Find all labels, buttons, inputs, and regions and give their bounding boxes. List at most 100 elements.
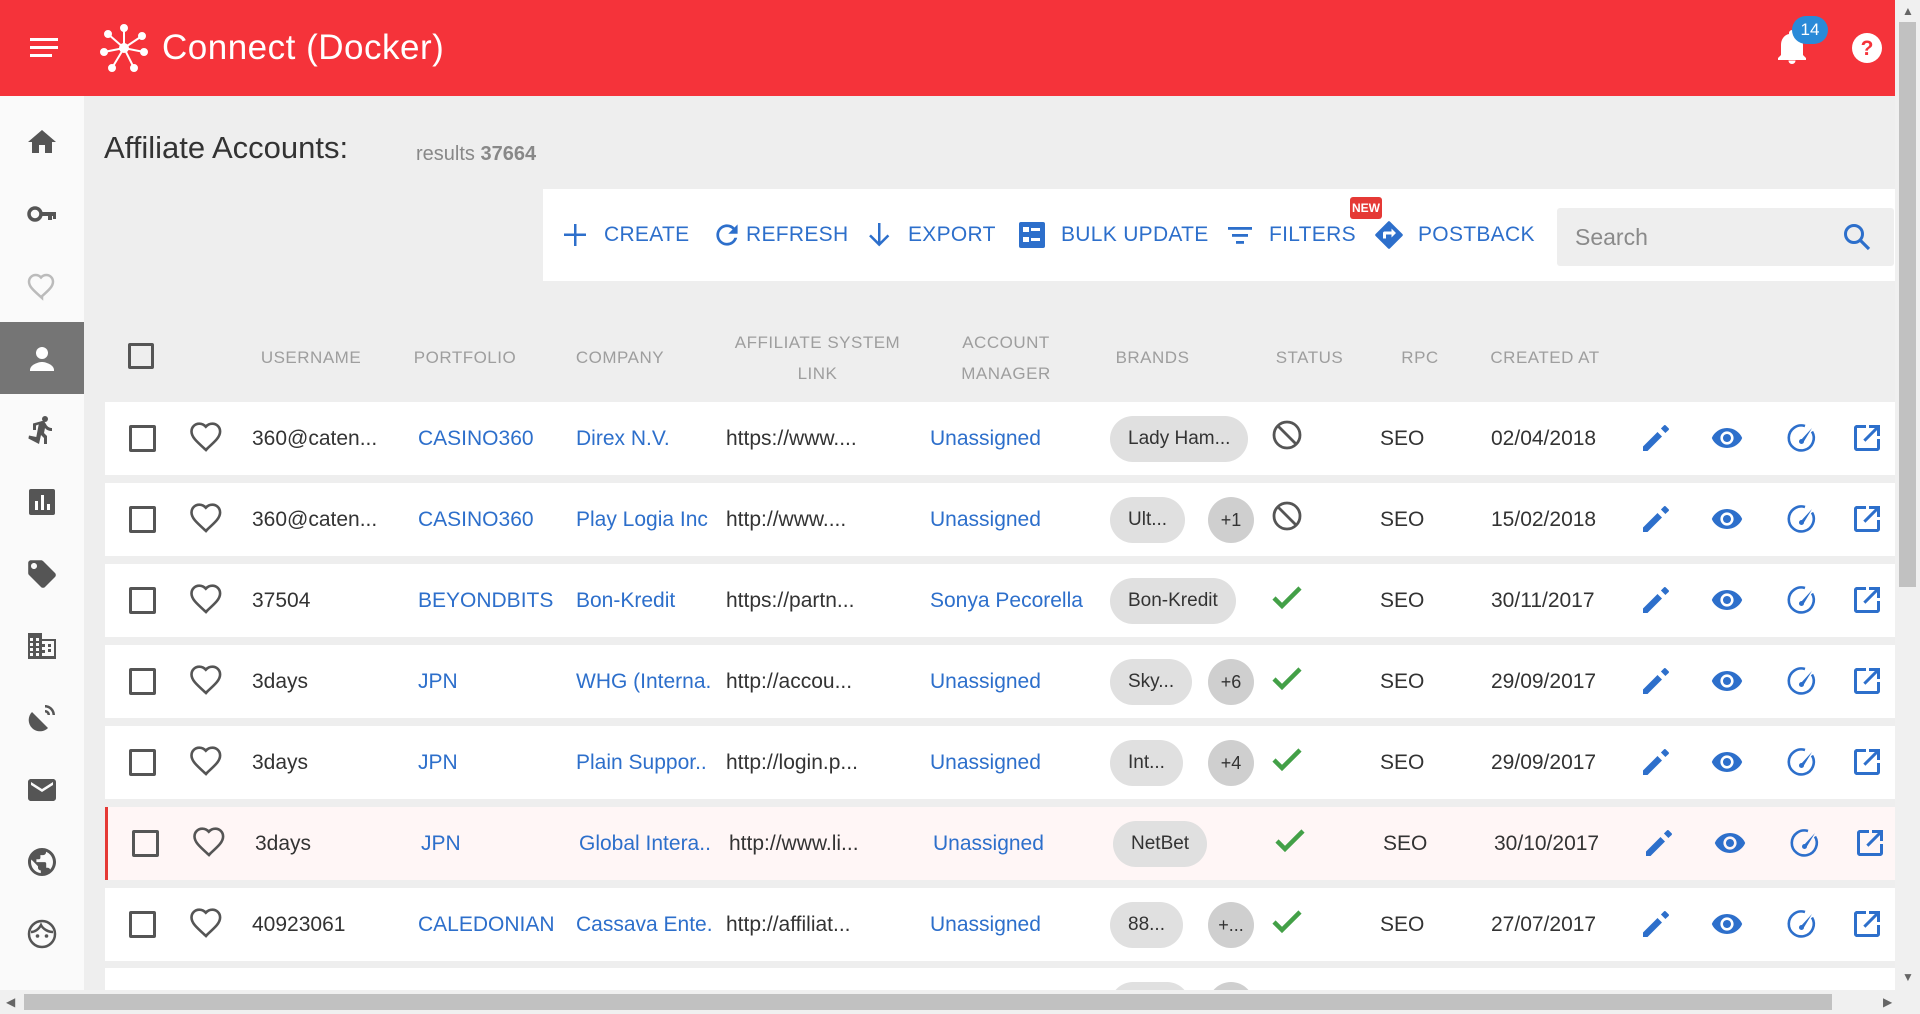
- table-row[interactable]: 3days JPN Plain Suppor.. http://login.p.…: [105, 726, 1895, 799]
- create-button[interactable]: CREATE: [560, 189, 689, 281]
- open-external-icon[interactable]: [1850, 745, 1884, 779]
- sidebar-item-keys[interactable]: [0, 178, 84, 250]
- speed-gauge-icon[interactable]: [1785, 502, 1819, 536]
- sidebar-item-accounts[interactable]: [0, 322, 84, 394]
- sidebar-item-home[interactable]: [0, 106, 84, 178]
- sidebar-item-companies[interactable]: [0, 610, 84, 682]
- vertical-scrollbar-thumb[interactable]: [1899, 22, 1916, 587]
- speed-gauge-icon[interactable]: [1785, 664, 1819, 698]
- table-row[interactable]: 360@caten... CASINO360 Direx N.V. https:…: [105, 402, 1895, 475]
- view-eye-icon[interactable]: [1710, 664, 1744, 698]
- brand-chip[interactable]: NetBet: [1113, 821, 1208, 867]
- table-row[interactable]: 3days JPN Global Intera.. http://www.li.…: [105, 807, 1895, 880]
- scroll-right-arrow-icon[interactable]: ▶: [1883, 995, 1892, 1009]
- open-external-icon[interactable]: [1850, 583, 1884, 617]
- portfolio-link[interactable]: JPN: [418, 726, 563, 799]
- sidebar-item-messages[interactable]: [0, 754, 84, 826]
- favorite-heart-icon[interactable]: [189, 906, 223, 940]
- horizontal-scrollbar-thumb[interactable]: [24, 994, 1832, 1010]
- brand-chip[interactable]: Bon-Kredit: [1110, 578, 1236, 624]
- speed-gauge-icon[interactable]: [1785, 745, 1819, 779]
- view-eye-icon[interactable]: [1710, 502, 1744, 536]
- column-header-status[interactable]: STATUS: [1262, 342, 1357, 373]
- favorite-heart-icon[interactable]: [189, 663, 223, 697]
- table-row[interactable]: 40923061 CALEDONIAN Cassava Ente. http:/…: [105, 888, 1895, 961]
- search-input[interactable]: [1575, 208, 1835, 266]
- open-external-icon[interactable]: [1853, 826, 1887, 860]
- row-checkbox[interactable]: [132, 830, 159, 857]
- portfolio-link[interactable]: CALEDONIAN: [418, 888, 563, 961]
- account-manager-link[interactable]: Unassigned: [933, 807, 1108, 880]
- brand-chip[interactable]: Sky...: [1110, 659, 1193, 705]
- account-manager-link[interactable]: Sonya Pecorella: [930, 564, 1105, 637]
- row-checkbox[interactable]: [129, 668, 156, 695]
- column-header-portfolio[interactable]: PORTFOLIO: [405, 342, 525, 373]
- column-header-rpc[interactable]: RPC: [1395, 342, 1445, 373]
- favorite-heart-icon[interactable]: [189, 582, 223, 616]
- speed-gauge-icon[interactable]: [1785, 421, 1819, 455]
- row-checkbox[interactable]: [129, 506, 156, 533]
- favorite-heart-icon[interactable]: [189, 501, 223, 535]
- open-external-icon[interactable]: [1850, 502, 1884, 536]
- brand-more-chip[interactable]: +6: [1208, 659, 1254, 705]
- company-link[interactable]: WHG (Interna.: [576, 645, 722, 718]
- sidebar-item-activity[interactable]: [0, 394, 84, 466]
- company-link[interactable]: Plain Suppor..: [576, 726, 722, 799]
- row-checkbox[interactable]: [129, 911, 156, 938]
- brand-chip[interactable]: Int...: [1110, 740, 1183, 786]
- column-header-brands[interactable]: BRANDS: [1100, 342, 1205, 373]
- brand-more-chip[interactable]: +1: [1208, 497, 1254, 543]
- account-manager-link[interactable]: Unassigned: [930, 483, 1105, 556]
- favorite-heart-icon[interactable]: [192, 825, 226, 859]
- sidebar-item-reports[interactable]: [0, 466, 84, 538]
- view-eye-icon[interactable]: [1710, 583, 1744, 617]
- account-manager-link[interactable]: Unassigned: [930, 402, 1105, 475]
- sidebar-item-favorites[interactable]: [0, 250, 84, 322]
- portfolio-link[interactable]: CASINO360: [418, 402, 563, 475]
- view-eye-icon[interactable]: [1710, 745, 1744, 779]
- account-manager-link[interactable]: Unassigned: [930, 888, 1105, 961]
- account-manager-link[interactable]: Unassigned: [930, 726, 1105, 799]
- column-header-company[interactable]: COMPANY: [565, 342, 675, 373]
- bulk-update-button[interactable]: BULK UPDATE: [1017, 189, 1209, 281]
- speed-gauge-icon[interactable]: [1785, 583, 1819, 617]
- menu-icon[interactable]: [28, 36, 62, 60]
- brand-chip[interactable]: 88...: [1110, 902, 1183, 948]
- company-link[interactable]: Cassava Ente.: [576, 888, 722, 961]
- edit-pencil-icon[interactable]: [1639, 907, 1673, 941]
- row-checkbox[interactable]: [129, 425, 156, 452]
- speed-gauge-icon[interactable]: [1788, 826, 1822, 860]
- view-eye-icon[interactable]: [1710, 907, 1744, 941]
- scroll-left-arrow-icon[interactable]: ◀: [6, 995, 15, 1009]
- portfolio-link[interactable]: CASINO360: [418, 483, 563, 556]
- company-link[interactable]: Play Logia Inc: [576, 483, 722, 556]
- account-manager-link[interactable]: Unassigned: [930, 645, 1105, 718]
- portfolio-link[interactable]: BEYONDBITS: [418, 564, 563, 637]
- column-header-created-at[interactable]: CREATED AT: [1480, 342, 1610, 373]
- sidebar-item-tags[interactable]: [0, 538, 84, 610]
- export-button[interactable]: EXPORT: [864, 189, 996, 281]
- scroll-up-arrow-icon[interactable]: ▲: [1902, 4, 1914, 18]
- help-icon[interactable]: ?: [1851, 32, 1883, 64]
- scroll-down-arrow-icon[interactable]: ▼: [1902, 970, 1914, 984]
- search-icon[interactable]: [1842, 222, 1872, 252]
- edit-pencil-icon[interactable]: [1639, 745, 1673, 779]
- row-checkbox[interactable]: [129, 587, 156, 614]
- filters-button[interactable]: FILTERS: [1225, 189, 1356, 281]
- table-row[interactable]: 3days JPN WHG (Interna. http://accou... …: [105, 645, 1895, 718]
- edit-pencil-icon[interactable]: [1639, 421, 1673, 455]
- table-row[interactable]: 37504 BEYONDBITS Bon-Kredit https://part…: [105, 564, 1895, 637]
- select-all-checkbox[interactable]: [128, 343, 154, 369]
- view-eye-icon[interactable]: [1710, 421, 1744, 455]
- view-eye-icon[interactable]: [1713, 826, 1747, 860]
- open-external-icon[interactable]: [1850, 664, 1884, 698]
- favorite-heart-icon[interactable]: [189, 744, 223, 778]
- portfolio-link[interactable]: JPN: [418, 645, 563, 718]
- company-link[interactable]: Bon-Kredit: [576, 564, 722, 637]
- favorite-heart-icon[interactable]: [189, 420, 223, 454]
- speed-gauge-icon[interactable]: [1785, 907, 1819, 941]
- table-row[interactable]: 360@caten... CASINO360 Play Logia Inc ht…: [105, 483, 1895, 556]
- brand-more-chip[interactable]: +...: [1208, 902, 1254, 948]
- brand-more-chip[interactable]: +4: [1208, 740, 1254, 786]
- sidebar-item-profile[interactable]: [0, 898, 84, 970]
